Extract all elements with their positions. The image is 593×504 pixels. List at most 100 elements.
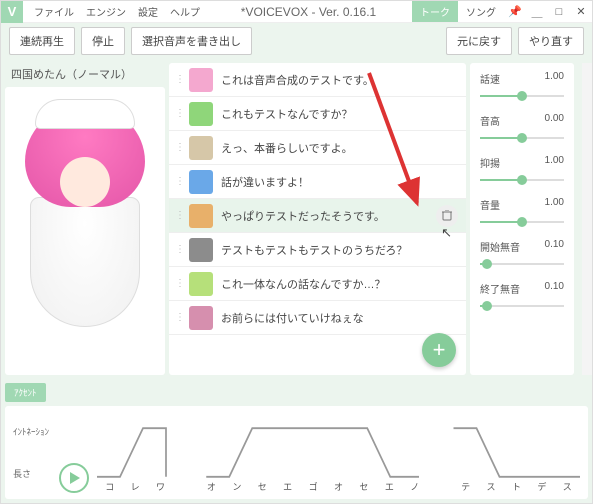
add-line-button[interactable]: +: [422, 333, 456, 367]
tab-accent[interactable]: ｱｸｾﾝﾄ: [5, 383, 46, 402]
param-2: 抑揚1.00: [480, 155, 564, 187]
param-4: 開始無音0.10: [480, 239, 564, 271]
param-5: 終了無音 0.10: [480, 281, 564, 313]
undo-button[interactable]: 元に戻す: [446, 27, 512, 55]
line-row[interactable]: ⋮ えっ、本番らしいですよ。: [169, 131, 466, 165]
minimize-icon[interactable]: ＿: [526, 1, 548, 23]
mora[interactable]: エ: [377, 480, 402, 493]
param-slider[interactable]: [480, 89, 564, 103]
pin-icon[interactable]: 📌: [504, 1, 526, 23]
mora[interactable]: [427, 480, 452, 493]
mode-talk[interactable]: トーク: [412, 1, 458, 22]
menu-1[interactable]: エンジン: [81, 2, 131, 21]
mora[interactable]: オ: [199, 480, 224, 493]
param-value: 1.00: [545, 71, 564, 86]
character-avatar[interactable]: [189, 204, 213, 228]
param-3: 音量 1.00: [480, 197, 564, 229]
param-label: 音量: [480, 197, 500, 212]
line-text[interactable]: お前らには付いていけねぇな: [221, 310, 460, 326]
character-portrait: [5, 87, 165, 375]
mora[interactable]: レ: [122, 480, 147, 493]
mora[interactable]: デ: [529, 480, 554, 493]
line-row[interactable]: ⋮ テストもテストもテストのうちだろ？: [169, 233, 466, 267]
param-label: 音高: [480, 113, 500, 128]
mora[interactable]: ン: [224, 480, 249, 493]
mora[interactable]: ト: [504, 480, 529, 493]
window-title: *VOICEVOX - Ver. 0.16.1: [205, 5, 412, 19]
line-text[interactable]: やっぱりテストだったそうです。: [221, 208, 460, 224]
menu-0[interactable]: ファイル: [29, 2, 79, 21]
accent-graph[interactable]: コレワオンセエゴオセエノテストデス: [97, 410, 580, 495]
length-label[interactable]: 長さ: [13, 467, 59, 480]
param-slider[interactable]: [480, 299, 564, 313]
redo-button[interactable]: やり直す: [518, 27, 584, 55]
menu-2[interactable]: 設定: [133, 2, 163, 21]
drag-handle-icon[interactable]: ⋮: [175, 108, 181, 119]
param-slider[interactable]: [480, 215, 564, 229]
play-button[interactable]: [59, 463, 89, 493]
character-avatar[interactable]: [189, 272, 213, 296]
menu-3[interactable]: ヘルプ: [165, 2, 205, 21]
param-label: 終了無音: [480, 281, 520, 296]
mora[interactable]: ス: [478, 480, 503, 493]
character-avatar[interactable]: [189, 136, 213, 160]
mode-song[interactable]: ソング: [458, 1, 504, 22]
line-text[interactable]: これもテストなんですか？: [221, 106, 460, 122]
param-label: 抑揚: [480, 155, 500, 170]
delete-line-button[interactable]: ↖: [436, 205, 458, 227]
app-logo: V: [1, 1, 23, 23]
character-avatar[interactable]: [189, 68, 213, 92]
param-slider[interactable]: [480, 131, 564, 145]
drag-handle-icon[interactable]: ⋮: [175, 244, 181, 255]
mora[interactable]: テ: [453, 480, 478, 493]
param-slider[interactable]: [480, 173, 564, 187]
line-text[interactable]: これは音声合成のテストです。: [221, 72, 460, 88]
mora[interactable]: コ: [97, 480, 122, 493]
line-text[interactable]: これ一体なんの話なんですか…？: [221, 276, 460, 292]
stop-button[interactable]: 停止: [81, 27, 125, 55]
play-icon: [69, 472, 80, 484]
character-name[interactable]: 四国めたん（ノーマル）: [5, 63, 165, 85]
mora[interactable]: ワ: [148, 480, 173, 493]
param-value: 1.00: [545, 197, 564, 212]
param-label: 開始無音: [480, 239, 520, 254]
mora[interactable]: セ: [250, 480, 275, 493]
line-row[interactable]: ⋮ やっぱりテストだったそうです。↖: [169, 199, 466, 233]
line-text[interactable]: 話が違いますよ！: [221, 174, 460, 190]
mora[interactable]: エ: [275, 480, 300, 493]
param-slider[interactable]: [480, 257, 564, 271]
drag-handle-icon[interactable]: ⋮: [175, 278, 181, 289]
line-text[interactable]: えっ、本番らしいですよ。: [221, 140, 460, 156]
character-avatar[interactable]: [189, 170, 213, 194]
maximize-icon[interactable]: □: [548, 1, 570, 23]
line-row[interactable]: ⋮ 話が違いますよ！: [169, 165, 466, 199]
mora[interactable]: セ: [351, 480, 376, 493]
drag-handle-icon[interactable]: ⋮: [175, 312, 181, 323]
character-avatar[interactable]: [189, 102, 213, 126]
param-1: 音高 0.00: [480, 113, 564, 145]
play-all-button[interactable]: 連続再生: [9, 27, 75, 55]
drag-handle-icon[interactable]: ⋮: [175, 142, 181, 153]
character-avatar[interactable]: [189, 238, 213, 262]
mora[interactable]: ノ: [402, 480, 427, 493]
line-row[interactable]: ⋮ これ一体なんの話なんですか…？: [169, 267, 466, 301]
line-text[interactable]: テストもテストもテストのうちだろ？: [221, 242, 460, 258]
scrollbar[interactable]: [582, 63, 592, 375]
mora[interactable]: ゴ: [300, 480, 325, 493]
param-value: 0.10: [545, 281, 564, 296]
export-button[interactable]: 選択音声を書き出し: [131, 27, 252, 55]
mora[interactable]: [173, 480, 198, 493]
mora[interactable]: オ: [326, 480, 351, 493]
line-row[interactable]: ⋮ お前らには付いていけねぇな: [169, 301, 466, 335]
param-value: 0.00: [545, 113, 564, 128]
line-row[interactable]: ⋮ これもテストなんですか？: [169, 97, 466, 131]
line-row[interactable]: ⋮ これは音声合成のテストです。: [169, 63, 466, 97]
intonation-label[interactable]: ｲﾝﾄﾈｰｼｮﾝ: [13, 425, 59, 438]
drag-handle-icon[interactable]: ⋮: [175, 210, 181, 221]
drag-handle-icon[interactable]: ⋮: [175, 74, 181, 85]
close-icon[interactable]: ✕: [570, 1, 592, 23]
character-avatar[interactable]: [189, 306, 213, 330]
drag-handle-icon[interactable]: ⋮: [175, 176, 181, 187]
mora[interactable]: ス: [555, 480, 580, 493]
param-label: 話速: [480, 71, 500, 86]
